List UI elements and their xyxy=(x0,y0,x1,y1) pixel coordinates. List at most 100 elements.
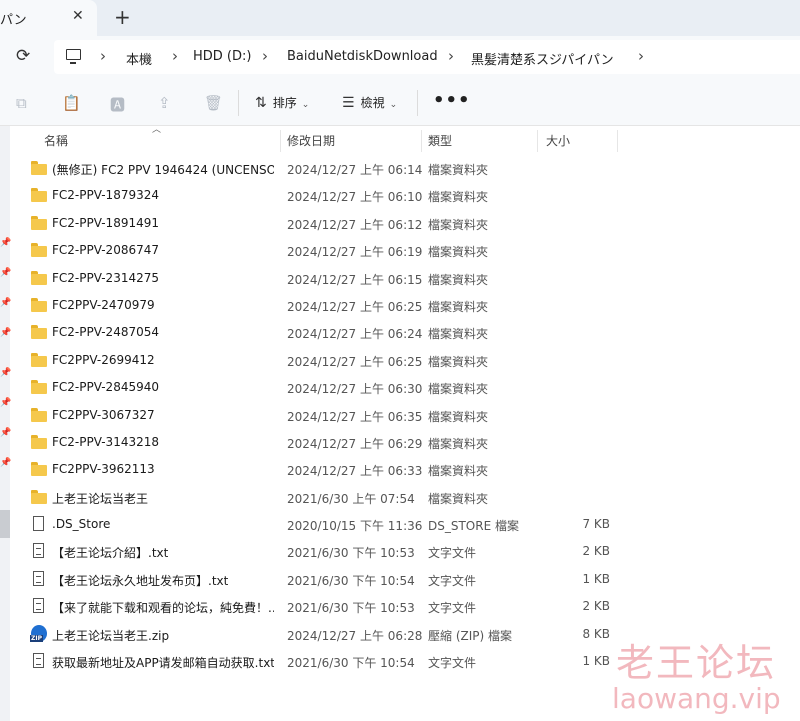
file-name: FC2PPV-2699412 xyxy=(52,352,155,367)
paste-icon[interactable]: 📋 xyxy=(62,94,81,112)
address-row: ⟳ › 本機 › HDD (D:) › BaiduNetdiskDownload… xyxy=(0,36,800,80)
file-row[interactable]: .DS_Store 2020/10/15 下午 11:36 DS_STORE 檔案 7… xyxy=(0,511,800,538)
file-list: (無修正) FC2 PPV 1946424 (UNCENSO... 2024/12… xyxy=(0,155,800,675)
chevron-right-icon[interactable]: › xyxy=(638,47,644,65)
file-name: 【老王论坛永久地址发布页】.txt xyxy=(52,573,229,588)
chevron-right-icon[interactable]: › xyxy=(100,47,106,65)
file-modified-date: 2024/12/27 上午 06:33 xyxy=(287,464,423,479)
zip-icon xyxy=(30,624,47,642)
file-row[interactable]: FC2-PPV-2314275 2024/12/27 上午 06:15 檔案資料夾 xyxy=(0,265,800,292)
close-icon[interactable]: ✕ xyxy=(72,8,84,24)
file-modified-date: 2024/12/27 上午 06:19 xyxy=(287,245,423,260)
file-modified-date: 2024/12/27 上午 06:29 xyxy=(287,436,423,451)
refresh-icon[interactable]: ⟳ xyxy=(16,46,30,66)
breadcrumb-current-folder[interactable]: 黒髪清楚系スジパイパン xyxy=(471,49,614,68)
column-divider[interactable] xyxy=(537,130,538,152)
command-bar: ⧉ 📋 🅰 ⇪ 🗑 ⇅ 排序 ⌄ ☰ 檢視 ⌄ ••• xyxy=(0,80,800,126)
rename-icon[interactable]: 🅰 xyxy=(110,94,125,115)
view-icon: ☰ xyxy=(342,95,355,111)
file-row[interactable]: FC2PPV-3962113 2024/12/27 上午 06:33 檔案資料夾 xyxy=(0,456,800,483)
file-row[interactable]: FC2PPV-2699412 2024/12/27 上午 06:25 檔案資料夾 xyxy=(0,347,800,374)
file-row[interactable]: (無修正) FC2 PPV 1946424 (UNCENSO... 2024/12… xyxy=(0,155,800,182)
tab-active[interactable]: パン ✕ xyxy=(0,0,97,36)
view-button[interactable]: ☰ 檢視 ⌄ xyxy=(342,94,397,111)
file-modified-date: 2021/6/30 下午 10:53 xyxy=(287,546,415,561)
breadcrumb-download-folder[interactable]: BaiduNetdiskDownload xyxy=(287,49,438,64)
text-file-icon xyxy=(31,570,47,586)
column-header-name[interactable]: 名稱 xyxy=(44,132,68,149)
file-type: 檔案資料夾 xyxy=(428,354,489,369)
file-row[interactable]: FC2-PPV-3143218 2024/12/27 上午 06:29 檔案資料夾 xyxy=(0,429,800,456)
folder-icon xyxy=(31,161,47,175)
column-header-size[interactable]: 大小 xyxy=(546,132,570,149)
file-size: 1 KB xyxy=(582,654,610,669)
file-row[interactable]: 【老王论坛永久地址发布页】.txt 2021/6/30 下午 10:54 文字文件 1… xyxy=(0,566,800,593)
file-row[interactable]: FC2-PPV-1891491 2024/12/27 上午 06:12 檔案資料夾 xyxy=(0,210,800,237)
breadcrumb-this-pc[interactable]: 本機 xyxy=(126,49,152,68)
file-name: FC2-PPV-2314275 xyxy=(52,270,159,285)
chevron-right-icon[interactable]: › xyxy=(262,47,268,65)
file-type: 檔案資料夾 xyxy=(428,382,489,397)
file-name: FC2PPV-3067327 xyxy=(52,407,155,422)
folder-icon xyxy=(31,297,47,312)
file-name: FC2-PPV-2086747 xyxy=(52,243,159,258)
text-file-icon xyxy=(31,598,47,614)
watermark-domain: laowang.vip xyxy=(612,682,781,715)
file-type: 檔案資料夾 xyxy=(428,327,489,342)
new-tab-icon[interactable]: + xyxy=(114,5,131,29)
file-modified-date: 2024/12/27 上午 06:15 xyxy=(287,272,423,287)
chevron-right-icon[interactable]: › xyxy=(172,47,178,65)
file-row[interactable]: FC2PPV-3067327 2024/12/27 上午 06:35 檔案資料夾 xyxy=(0,402,800,429)
share-icon[interactable]: ⇪ xyxy=(158,94,171,112)
file-row[interactable]: FC2PPV-2470979 2024/12/27 上午 06:25 檔案資料夾 xyxy=(0,292,800,319)
column-header-date[interactable]: 修改日期 xyxy=(287,132,335,149)
text-file-icon xyxy=(31,653,47,669)
view-label: 檢視 xyxy=(360,96,385,110)
file-modified-date: 2024/12/27 上午 06:25 xyxy=(287,354,423,369)
folder-icon xyxy=(31,489,47,504)
file-row[interactable]: FC2-PPV-2487054 2024/12/27 上午 06:24 檔案資料夾 xyxy=(0,319,800,346)
breadcrumb-drive[interactable]: HDD (D:) xyxy=(193,49,251,64)
file-type: 檔案資料夾 xyxy=(428,245,489,260)
folder-icon xyxy=(31,352,47,367)
file-name: 【来了就能下载和观看的论坛，純免費！... xyxy=(52,601,274,616)
watermark-text: 老王论坛 xyxy=(616,641,777,685)
folder-icon xyxy=(31,270,47,285)
file-modified-date: 2021/6/30 下午 10:53 xyxy=(287,601,415,616)
file-modified-date: 2024/12/27 上午 06:30 xyxy=(287,382,423,397)
folder-icon xyxy=(31,380,47,395)
toolbar-divider xyxy=(417,90,418,116)
column-header-type[interactable]: 類型 xyxy=(428,132,452,149)
file-modified-date: 2024/12/27 上午 06:24 xyxy=(287,327,423,342)
folder-icon xyxy=(31,215,47,230)
sort-button[interactable]: ⇅ 排序 ⌄ xyxy=(255,94,309,111)
column-divider[interactable] xyxy=(421,130,422,152)
file-modified-date: 2021/6/30 下午 10:54 xyxy=(287,656,415,671)
file-modified-date: 2024/12/27 上午 06:10 xyxy=(287,190,423,205)
file-name: FC2-PPV-1891491 xyxy=(52,215,159,230)
file-type: 檔案資料夾 xyxy=(428,491,489,506)
cut-icon[interactable]: ⧉ xyxy=(16,94,27,112)
file-name: (無修正) FC2 PPV 1946424 (UNCENSO... xyxy=(52,163,274,177)
file-row[interactable]: FC2-PPV-1879324 2024/12/27 上午 06:10 檔案資料夾 xyxy=(0,182,800,209)
file-row[interactable]: 【老王论坛介紹】.txt 2021/6/30 下午 10:53 文字文件 2 KB xyxy=(0,538,800,565)
file-type: 檔案資料夾 xyxy=(428,163,489,177)
file-icon xyxy=(31,516,47,532)
address-bar[interactable]: › 本機 › HDD (D:) › BaiduNetdiskDownload ›… xyxy=(54,40,800,74)
column-divider[interactable] xyxy=(617,130,618,152)
file-row[interactable]: FC2-PPV-2086747 2024/12/27 上午 06:19 檔案資料夾 xyxy=(0,237,800,264)
file-row[interactable]: FC2-PPV-2845940 2024/12/27 上午 06:30 檔案資料夾 xyxy=(0,374,800,401)
delete-icon[interactable]: 🗑 xyxy=(204,94,223,112)
toolbar-divider xyxy=(238,90,239,116)
file-row[interactable]: 【来了就能下载和观看的论坛，純免費！... 2021/6/30 下午 10:53 文… xyxy=(0,593,800,620)
column-divider[interactable] xyxy=(280,130,281,152)
file-modified-date: 2021/6/30 上午 07:54 xyxy=(287,491,415,506)
file-modified-date: 2024/12/27 上午 06:35 xyxy=(287,409,423,424)
file-type: 文字文件 xyxy=(428,601,477,616)
file-type: 檔案資料夾 xyxy=(428,299,489,314)
more-options-button[interactable]: ••• xyxy=(433,90,471,111)
file-row[interactable]: 上老王论坛当老王 2021/6/30 上午 07:54 檔案資料夾 xyxy=(0,484,800,511)
file-type: 檔案資料夾 xyxy=(428,217,489,232)
chevron-right-icon[interactable]: › xyxy=(448,47,454,65)
file-name: 获取最新地址及APP请发邮箱自动获取.txt xyxy=(52,656,274,671)
